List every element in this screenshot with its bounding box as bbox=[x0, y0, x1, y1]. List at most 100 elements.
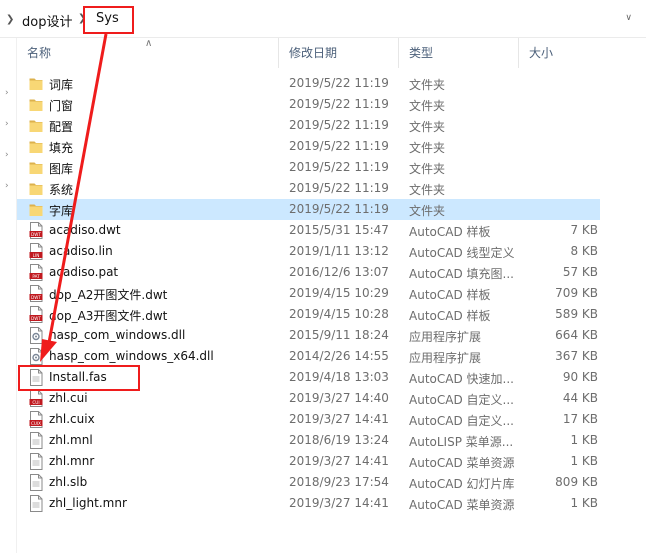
column-header-date[interactable]: 修改日期 bbox=[279, 38, 399, 68]
file-row[interactable]: zhl.mnr 2019/3/27 14:41 AutoCAD 菜单资源 1 KB bbox=[17, 451, 600, 472]
dwt-file-icon: DWT bbox=[29, 285, 43, 302]
file-name: 系统 bbox=[49, 183, 74, 197]
file-row[interactable]: hasp_com_windows.dll 2015/9/11 18:24 应用程序扩… bbox=[17, 325, 600, 346]
file-type: 文件夹 bbox=[409, 141, 446, 155]
file-name: zhl.mnl bbox=[49, 433, 93, 447]
file-size: 589 KB bbox=[555, 307, 598, 321]
file-name: acadiso.lin bbox=[49, 244, 113, 258]
file-row[interactable]: CUIX zhl.cuix 2019/3/27 14:41 AutoCAD 自定义..… bbox=[17, 409, 600, 430]
expand-arrow-icon[interactable]: › bbox=[5, 119, 9, 129]
navigation-pane[interactable]: › › › › bbox=[0, 38, 17, 553]
svg-text:DWT: DWT bbox=[31, 295, 41, 300]
dll-file-icon bbox=[29, 327, 43, 344]
file-date: 2019/4/15 10:29 bbox=[289, 286, 389, 300]
expand-arrow-icon[interactable]: › bbox=[5, 181, 9, 191]
svg-text:CUIX: CUIX bbox=[31, 421, 41, 426]
file-row[interactable]: 配置 2019/5/22 11:19 文件夹 bbox=[17, 115, 600, 136]
svg-text:DWT: DWT bbox=[31, 232, 41, 237]
file-row[interactable]: 系统 2019/5/22 11:19 文件夹 bbox=[17, 178, 600, 199]
file-name: acadiso.dwt bbox=[49, 223, 121, 237]
file-name: zhl.mnr bbox=[49, 454, 95, 468]
expand-arrow-icon[interactable]: › bbox=[5, 88, 9, 98]
file-size: 57 KB bbox=[562, 265, 598, 279]
chevron-down-icon[interactable]: ∨ bbox=[625, 13, 632, 23]
file-row[interactable]: hasp_com_windows_x64.dll 2014/2/26 14:55 应… bbox=[17, 346, 600, 367]
file-type: AutoCAD 幻灯片库 bbox=[409, 477, 515, 491]
file-size: 809 KB bbox=[555, 475, 598, 489]
file-size: 664 KB bbox=[555, 328, 598, 342]
file-type: 文件夹 bbox=[409, 78, 446, 92]
file-row[interactable]: 图库 2019/5/22 11:19 文件夹 bbox=[17, 157, 600, 178]
column-header-type[interactable]: 类型 bbox=[399, 38, 519, 68]
file-row[interactable]: zhl.slb 2018/9/23 17:54 AutoCAD 幻灯片库 809 KB bbox=[17, 472, 600, 493]
file-type: 文件夹 bbox=[409, 99, 446, 113]
column-header-name[interactable]: 名称 ∧ bbox=[17, 38, 279, 68]
file-row[interactable]: 词库 2019/5/22 11:19 文件夹 bbox=[17, 73, 600, 94]
column-header-name-label: 名称 bbox=[27, 46, 52, 60]
file-type: AutoLISP 菜单源... bbox=[409, 435, 514, 449]
pat-file-icon: PAT bbox=[29, 264, 43, 281]
svg-text:LIN: LIN bbox=[33, 253, 40, 258]
column-header-row: 名称 ∧ 修改日期 类型 大小 bbox=[17, 38, 646, 68]
file-name: 配置 bbox=[49, 120, 74, 134]
folder-icon bbox=[29, 201, 43, 218]
file-row[interactable]: CUI zhl.cui 2019/3/27 14:40 AutoCAD 自定义... 4… bbox=[17, 388, 600, 409]
file-type: 应用程序扩展 bbox=[409, 351, 482, 365]
file-row[interactable]: DWT dop_A3开图文件.dwt 2019/4/15 10:28 AutoCAD … bbox=[17, 304, 600, 325]
file-size: 44 KB bbox=[562, 391, 598, 405]
file-type: AutoCAD 菜单资源 bbox=[409, 498, 515, 512]
file-size: 7 KB bbox=[570, 223, 598, 237]
file-date: 2019/4/15 10:28 bbox=[289, 307, 389, 321]
file-type: AutoCAD 线型定义 bbox=[409, 246, 515, 260]
file-date: 2015/9/11 18:24 bbox=[289, 328, 389, 342]
cuix-file-icon: CUIX bbox=[29, 411, 43, 428]
file-date: 2018/9/23 17:54 bbox=[289, 475, 389, 489]
generic-file-icon bbox=[29, 495, 43, 512]
file-row[interactable]: 门窗 2019/5/22 11:19 文件夹 bbox=[17, 94, 600, 115]
expand-arrow-icon[interactable]: › bbox=[5, 150, 9, 160]
file-row[interactable]: DWT dop_A2开图文件.dwt 2019/4/15 10:29 AutoCAD … bbox=[17, 283, 600, 304]
file-row[interactable]: DWT acadiso.dwt 2015/5/31 15:47 AutoCAD 样板 7… bbox=[17, 220, 600, 241]
file-row[interactable]: 填充 2019/5/22 11:19 文件夹 bbox=[17, 136, 600, 157]
file-type: AutoCAD 自定义... bbox=[409, 414, 514, 428]
file-name: dop_A2开图文件.dwt bbox=[49, 288, 168, 302]
file-date: 2019/5/22 11:19 bbox=[289, 139, 389, 153]
file-row[interactable]: 字库 2019/5/22 11:19 文件夹 bbox=[17, 199, 600, 220]
column-header-date-label: 修改日期 bbox=[289, 46, 338, 60]
file-size: 8 KB bbox=[570, 244, 598, 258]
file-name: 门窗 bbox=[49, 99, 74, 113]
file-date: 2019/3/27 14:41 bbox=[289, 496, 389, 510]
svg-text:DWT: DWT bbox=[31, 316, 41, 321]
file-type: 文件夹 bbox=[409, 183, 446, 197]
file-date: 2016/12/6 13:07 bbox=[289, 265, 389, 279]
file-date: 2018/6/19 13:24 bbox=[289, 433, 389, 447]
file-type: 应用程序扩展 bbox=[409, 330, 482, 344]
breadcrumb-dop-design[interactable]: dop设计 bbox=[22, 11, 72, 30]
file-size: 367 KB bbox=[555, 349, 598, 363]
file-row[interactable]: PAT acadiso.pat 2016/12/6 13:07 AutoCAD 填充图… bbox=[17, 262, 600, 283]
column-header-size-label: 大小 bbox=[529, 46, 554, 60]
file-name: 字库 bbox=[49, 204, 74, 218]
file-name: hasp_com_windows.dll bbox=[49, 328, 186, 342]
column-header-size[interactable]: 大小 bbox=[519, 38, 601, 68]
file-name: 词库 bbox=[49, 78, 74, 92]
cui-file-icon: CUI bbox=[29, 390, 43, 407]
column-header-type-label: 类型 bbox=[409, 46, 434, 60]
lin-file-icon: LIN bbox=[29, 243, 43, 260]
generic-file-icon bbox=[29, 474, 43, 491]
file-type: AutoCAD 填充图... bbox=[409, 267, 514, 281]
file-type: AutoCAD 自定义... bbox=[409, 393, 514, 407]
file-name: zhl.cui bbox=[49, 391, 88, 405]
file-row[interactable]: zhl_light.mnr 2019/3/27 14:41 AutoCAD 菜单资源… bbox=[17, 493, 600, 514]
folder-icon bbox=[29, 180, 43, 197]
file-name: zhl.slb bbox=[49, 475, 88, 489]
file-type: 文件夹 bbox=[409, 204, 446, 218]
file-date: 2019/5/22 11:19 bbox=[289, 76, 389, 90]
file-date: 2019/4/18 13:03 bbox=[289, 370, 389, 384]
folder-icon bbox=[29, 159, 43, 176]
file-date: 2019/3/27 14:40 bbox=[289, 391, 389, 405]
dll-file-icon bbox=[29, 348, 43, 365]
file-row[interactable]: LIN acadiso.lin 2019/1/11 13:12 AutoCAD 线型定… bbox=[17, 241, 600, 262]
chevron-right-icon[interactable]: ❯ bbox=[6, 14, 14, 25]
file-row[interactable]: zhl.mnl 2018/6/19 13:24 AutoLISP 菜单源... 1 K… bbox=[17, 430, 600, 451]
